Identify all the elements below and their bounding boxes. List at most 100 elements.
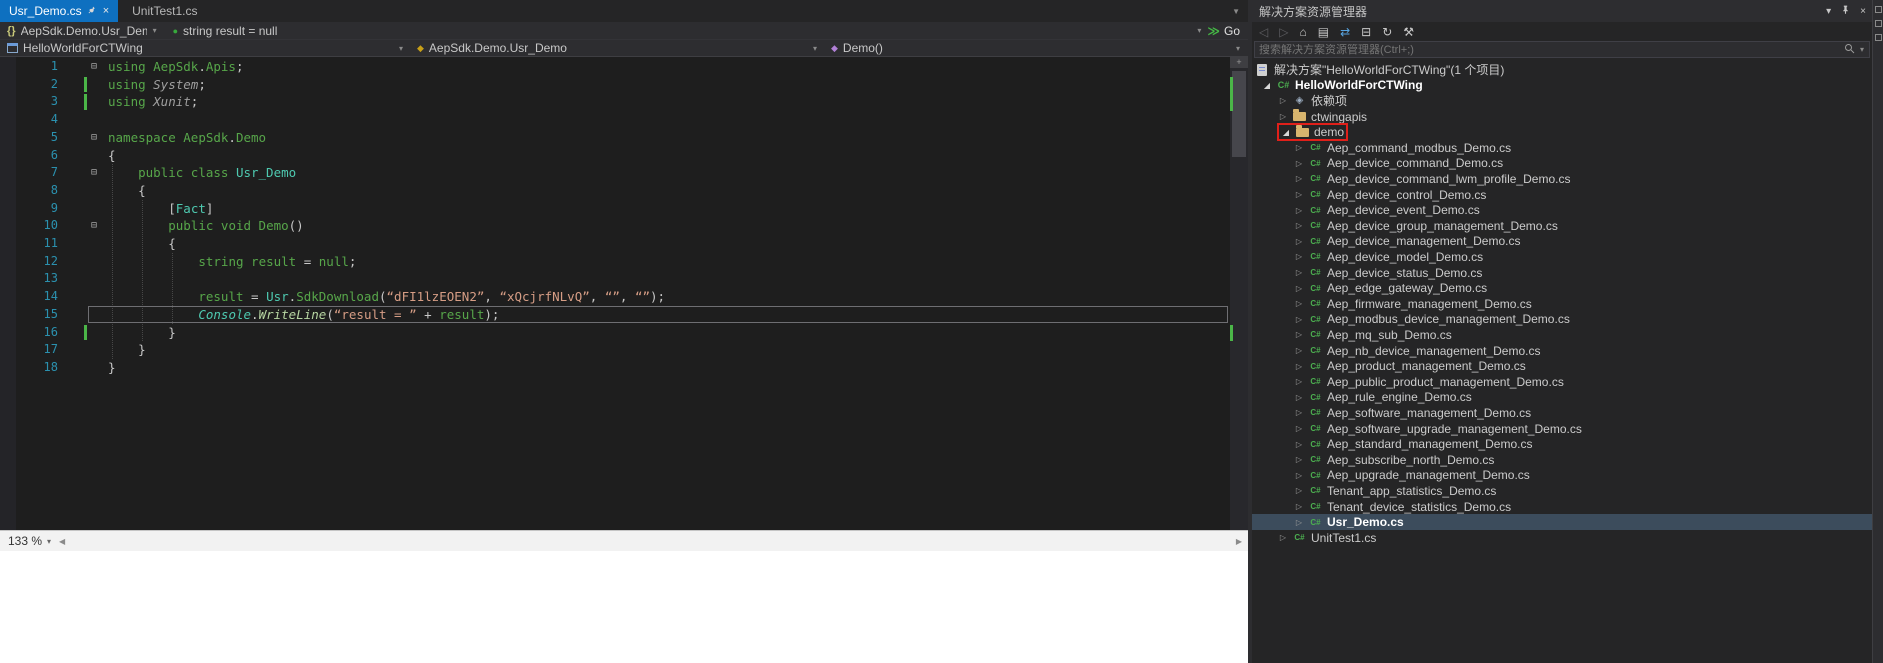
code-line[interactable]: 16}: [0, 324, 1230, 342]
chevron-down-icon[interactable]: ▾: [813, 44, 817, 53]
collapse-arrow-icon[interactable]: ◢: [1281, 128, 1291, 137]
expand-arrow-icon[interactable]: ▷: [1294, 299, 1304, 308]
code-line[interactable]: 1 ⊟ using AepSdk.Apis;: [0, 58, 1230, 76]
tree-item[interactable]: ◢ demo: [1252, 123, 1872, 141]
tab-usr-demo[interactable]: Usr_Demo.cs ×: [0, 0, 119, 22]
tree-item[interactable]: ▷ C# Aep_device_control_Demo.cs: [1252, 187, 1872, 203]
tree-item[interactable]: ▷ C# Aep_rule_engine_Demo.cs: [1252, 390, 1872, 406]
code-line[interactable]: 7 ⊟ public class Usr_Demo: [0, 164, 1230, 182]
expand-arrow-icon[interactable]: ▷: [1294, 268, 1304, 277]
side-strip-icon[interactable]: [1875, 20, 1882, 27]
close-icon[interactable]: ×: [1860, 6, 1866, 17]
tree-item[interactable]: ▷ C# Aep_modbus_device_management_Demo.cs: [1252, 312, 1872, 328]
expand-arrow-icon[interactable]: ▷: [1294, 486, 1304, 495]
search-options-chevron-icon[interactable]: ▾: [1860, 45, 1864, 54]
chevron-down-icon[interactable]: ▾: [153, 26, 157, 35]
member-dropdown[interactable]: ◆ Demo() ▾: [824, 40, 1247, 56]
chevron-down-icon[interactable]: ▾: [47, 537, 51, 546]
expand-arrow-icon[interactable]: ▷: [1294, 237, 1304, 246]
expand-arrow-icon[interactable]: ▷: [1294, 393, 1304, 402]
type-dropdown[interactable]: ◆ AepSdk.Demo.Usr_Demo ▾: [410, 40, 824, 56]
split-handle[interactable]: +: [1230, 57, 1248, 68]
tree-item[interactable]: ▷ C# Aep_device_event_Demo.cs: [1252, 202, 1872, 218]
expand-arrow-icon[interactable]: ▷: [1294, 346, 1304, 355]
expand-arrow-icon[interactable]: ▷: [1294, 502, 1304, 511]
expand-arrow-icon[interactable]: ▷: [1278, 112, 1288, 121]
tree-item[interactable]: ▷ ◈ 依赖项: [1252, 93, 1872, 109]
expand-arrow-icon[interactable]: ▷: [1294, 455, 1304, 464]
expand-arrow-icon[interactable]: ▷: [1294, 190, 1304, 199]
chevron-down-icon[interactable]: ▾: [1197, 26, 1201, 35]
scrollbar-thumb[interactable]: [1232, 71, 1246, 157]
search-box[interactable]: ▾: [1254, 41, 1870, 58]
expand-arrow-icon[interactable]: ▷: [1278, 533, 1288, 542]
tree-item[interactable]: ▷ C# Aep_upgrade_management_Demo.cs: [1252, 468, 1872, 484]
context-scope-dropdown[interactable]: AepSdk.Demo.Usr_Demo: [21, 24, 147, 38]
expand-arrow-icon[interactable]: ▷: [1294, 174, 1304, 183]
tree-item[interactable]: ▷ C# Aep_mq_sub_Demo.cs: [1252, 327, 1872, 343]
expand-arrow-icon[interactable]: ▷: [1294, 377, 1304, 386]
tree-item[interactable]: ▷ C# Usr_Demo.cs: [1252, 514, 1872, 530]
solution-explorer-header[interactable]: 解决方案资源管理器 ▾ ×: [1252, 0, 1872, 22]
code-line[interactable]: 15 Console.WriteLine(“result = ” + result…: [0, 305, 1230, 324]
code-line[interactable]: 11 {: [0, 235, 1230, 253]
tab-overflow-chevron-icon[interactable]: ▼: [1232, 7, 1240, 16]
home-icon[interactable]: ⌂: [1299, 25, 1306, 39]
expand-arrow-icon[interactable]: ▷: [1294, 315, 1304, 324]
show-all-files-icon[interactable]: ▤: [1318, 25, 1329, 39]
context-value-dropdown[interactable]: string result = null: [183, 24, 277, 38]
expand-arrow-icon[interactable]: ▷: [1294, 424, 1304, 433]
tree-item[interactable]: ▷ C# Aep_device_management_Demo.cs: [1252, 234, 1872, 250]
code-line[interactable]: 10 ⊟ public void Demo(): [0, 217, 1230, 235]
sync-active-document-icon[interactable]: ⇄: [1340, 25, 1350, 39]
expand-arrow-icon[interactable]: ▷: [1294, 330, 1304, 339]
search-icon[interactable]: [1844, 41, 1855, 59]
expand-arrow-icon[interactable]: ▷: [1294, 518, 1304, 527]
tree-item[interactable]: ▷ C# Aep_software_management_Demo.cs: [1252, 405, 1872, 421]
h-scroll-left-arrow-icon[interactable]: ◀: [59, 537, 65, 546]
expand-arrow-icon[interactable]: ▷: [1294, 252, 1304, 261]
project-dropdown[interactable]: HelloWorldForCTWing ▾: [0, 40, 410, 56]
outline-collapse-icon[interactable]: ⊟: [91, 217, 97, 235]
tree-item[interactable]: ▷ C# Aep_device_command_Demo.cs: [1252, 156, 1872, 172]
expand-arrow-icon[interactable]: ▷: [1294, 408, 1304, 417]
tree-item[interactable]: ▷ C# Aep_nb_device_management_Demo.cs: [1252, 343, 1872, 359]
code-line[interactable]: 4: [0, 111, 1230, 129]
tree-item[interactable]: ▷ C# UnitTest1.cs: [1252, 530, 1872, 546]
tree-item[interactable]: ◢ C# HelloWorldForCTWing: [1252, 78, 1872, 94]
code-line[interactable]: 6{: [0, 147, 1230, 165]
tree-item[interactable]: ▷ C# Aep_firmware_management_Demo.cs: [1252, 296, 1872, 312]
tree-item[interactable]: ▷ C# Aep_subscribe_north_Demo.cs: [1252, 452, 1872, 468]
chevron-down-icon[interactable]: ▾: [1236, 44, 1240, 53]
tree-item[interactable]: ▷ C# Aep_command_modbus_Demo.cs: [1252, 140, 1872, 156]
refresh-icon[interactable]: ↻: [1382, 25, 1392, 39]
tree-item[interactable]: 解决方案"HelloWorldForCTWing"(1 个项目): [1252, 62, 1872, 78]
tree-item[interactable]: ▷ C# Aep_device_model_Demo.cs: [1252, 249, 1872, 265]
zoom-level-dropdown[interactable]: 133 %: [8, 534, 42, 548]
expand-arrow-icon[interactable]: ▷: [1294, 440, 1304, 449]
nav-forward-icon[interactable]: ▷: [1279, 25, 1288, 39]
side-strip-icon[interactable]: [1875, 6, 1882, 13]
expand-arrow-icon[interactable]: ▷: [1294, 362, 1304, 371]
code-line[interactable]: 18}: [0, 359, 1230, 377]
collapse-arrow-icon[interactable]: ◢: [1262, 81, 1272, 90]
tree-item[interactable]: ▷ C# Aep_edge_gateway_Demo.cs: [1252, 280, 1872, 296]
nav-back-icon[interactable]: ◁: [1259, 25, 1268, 39]
chevron-down-icon[interactable]: ▾: [399, 44, 403, 53]
outline-collapse-icon[interactable]: ⊟: [91, 164, 97, 182]
expand-arrow-icon[interactable]: ▷: [1294, 221, 1304, 230]
outline-collapse-icon[interactable]: ⊟: [91, 58, 97, 76]
search-input[interactable]: [1255, 43, 1844, 56]
code-line[interactable]: 5 ⊟ namespace AepSdk.Demo: [0, 129, 1230, 147]
collapse-all-icon[interactable]: ⊟: [1361, 25, 1371, 39]
code-line[interactable]: 3 using Xunit;: [0, 93, 1230, 111]
expand-arrow-icon[interactable]: ▷: [1278, 96, 1288, 105]
expand-arrow-icon[interactable]: ▷: [1294, 143, 1304, 152]
close-tab-icon[interactable]: ×: [103, 5, 109, 17]
vertical-scrollbar[interactable]: +: [1230, 57, 1248, 530]
expand-arrow-icon[interactable]: ▷: [1294, 206, 1304, 215]
code-line[interactable]: 12 string result = null;: [0, 253, 1230, 271]
code-line[interactable]: 8{: [0, 182, 1230, 200]
tab-unittest1[interactable]: UnitTest1.cs: [118, 0, 211, 22]
pin-icon[interactable]: [88, 4, 97, 18]
